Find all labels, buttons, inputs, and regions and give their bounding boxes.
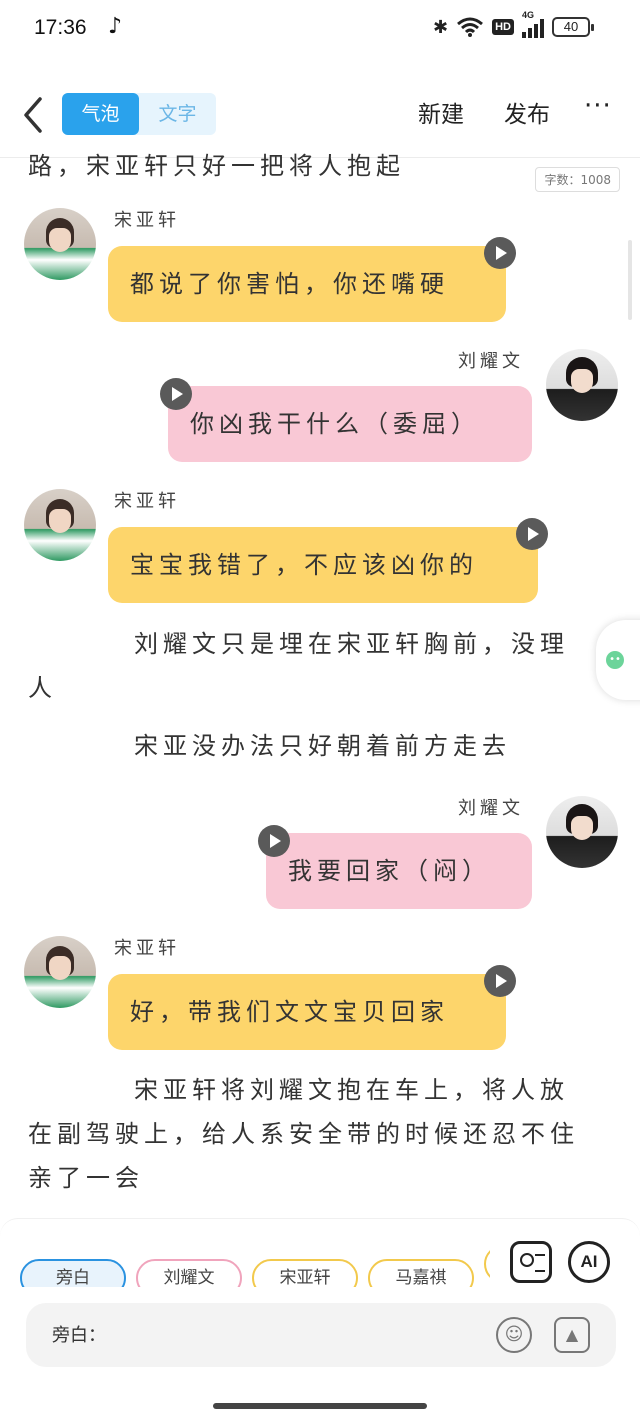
message-input-box: 旁白： ☺ ▲ — [26, 1303, 616, 1367]
message-input[interactable] — [110, 1317, 490, 1353]
story-editor[interactable]: 路，宋亚轩只好一把将人抱起 字数：1008 •• 宋亚轩 都说了你害怕，你还嘴硬… — [0, 140, 640, 1220]
music-note-icon: ♪ — [108, 14, 123, 39]
message-bubble[interactable]: 宝宝我错了，不应该凶你的 — [108, 527, 538, 603]
role-chip-more[interactable] — [484, 1245, 490, 1283]
tab-bubble[interactable]: 气泡 — [62, 93, 139, 135]
speaker-name: 宋亚轩 — [114, 210, 180, 231]
more-options-button[interactable]: ··· — [584, 91, 612, 121]
play-icon[interactable] — [258, 825, 290, 857]
role-selector: 旁白 刘耀文 宋亚轩 马嘉祺 — [20, 1245, 490, 1287]
ai-button[interactable]: AI — [568, 1241, 610, 1283]
status-time: 17:36 — [34, 16, 87, 39]
speaker-name: 宋亚轩 — [114, 491, 180, 512]
bluetooth-icon: ✱ — [433, 16, 449, 38]
narration-text[interactable]: 刘耀文只是埋在宋亚轩胸前，没理人 — [28, 622, 593, 710]
avatar[interactable] — [24, 936, 96, 1008]
role-chip-narrator[interactable]: 旁白 — [20, 1259, 126, 1287]
network-type: 4G — [522, 10, 535, 20]
input-role-label: 旁白： — [52, 1325, 106, 1346]
home-indicator[interactable] — [213, 1403, 427, 1409]
wifi-icon — [457, 17, 484, 37]
hd-badge: HD — [492, 19, 514, 35]
new-button[interactable]: 新建 — [418, 95, 464, 129]
signal-icon: 4G — [522, 10, 544, 38]
speaker-name: 刘耀文 — [458, 351, 524, 372]
floating-assistant-button[interactable]: •• — [596, 620, 640, 700]
message-bubble[interactable]: 你凶我干什么（委屈） — [168, 386, 532, 462]
status-bar: 17:36 ♪ ✱ HD 4G 40 — [0, 0, 640, 60]
role-card-icon[interactable] — [510, 1241, 552, 1283]
back-button[interactable] — [18, 95, 48, 135]
role-chip-song-yaxuan[interactable]: 宋亚轩 — [252, 1259, 358, 1287]
play-icon[interactable] — [484, 965, 516, 997]
assistant-icon: •• — [606, 651, 624, 669]
play-icon[interactable] — [516, 518, 548, 550]
play-icon[interactable] — [160, 378, 192, 410]
avatar[interactable] — [24, 208, 96, 280]
image-icon[interactable]: ▲ — [554, 1317, 590, 1353]
play-icon[interactable] — [484, 237, 516, 269]
avatar[interactable] — [546, 349, 618, 421]
scrollbar[interactable] — [628, 240, 632, 320]
top-bar: 气泡 文字 新建 发布 ··· — [0, 85, 640, 145]
status-icons: ✱ HD 4G 40 — [433, 10, 594, 38]
emoji-icon[interactable]: ☺ — [496, 1317, 532, 1353]
message-bubble[interactable]: 好，带我们文文宝贝回家 — [108, 974, 506, 1050]
speaker-name: 刘耀文 — [458, 798, 524, 819]
tab-text[interactable]: 文字 — [139, 93, 216, 135]
narration-text: 路，宋亚轩只好一把将人抱起 — [28, 152, 405, 180]
avatar[interactable] — [24, 489, 96, 561]
role-chip-liu-yaowen[interactable]: 刘耀文 — [136, 1259, 242, 1287]
role-chip-ma-jiaqi[interactable]: 马嘉祺 — [368, 1259, 474, 1287]
avatar[interactable] — [546, 796, 618, 868]
narration-text[interactable]: 宋亚没办法只好朝着前方走去 — [28, 724, 593, 768]
speaker-name: 宋亚轩 — [114, 938, 180, 959]
narration-text[interactable]: 宋亚轩将刘耀文抱在车上，将人放在副驾驶上，给人系安全带的时候还忍不住亲了一会 — [28, 1068, 593, 1200]
mode-toggle: 气泡 文字 — [62, 93, 216, 135]
battery-icon: 40 — [552, 17, 594, 37]
chevron-left-icon — [24, 97, 42, 133]
publish-button[interactable]: 发布 — [504, 95, 550, 129]
word-count-badge: 字数：1008 — [535, 167, 620, 192]
input-panel: 旁白 刘耀文 宋亚轩 马嘉祺 AI 旁白： ☺ ▲ — [0, 1218, 640, 1398]
message-bubble[interactable]: 都说了你害怕，你还嘴硬 — [108, 246, 506, 322]
message-bubble[interactable]: 我要回家（闷） — [266, 833, 532, 909]
